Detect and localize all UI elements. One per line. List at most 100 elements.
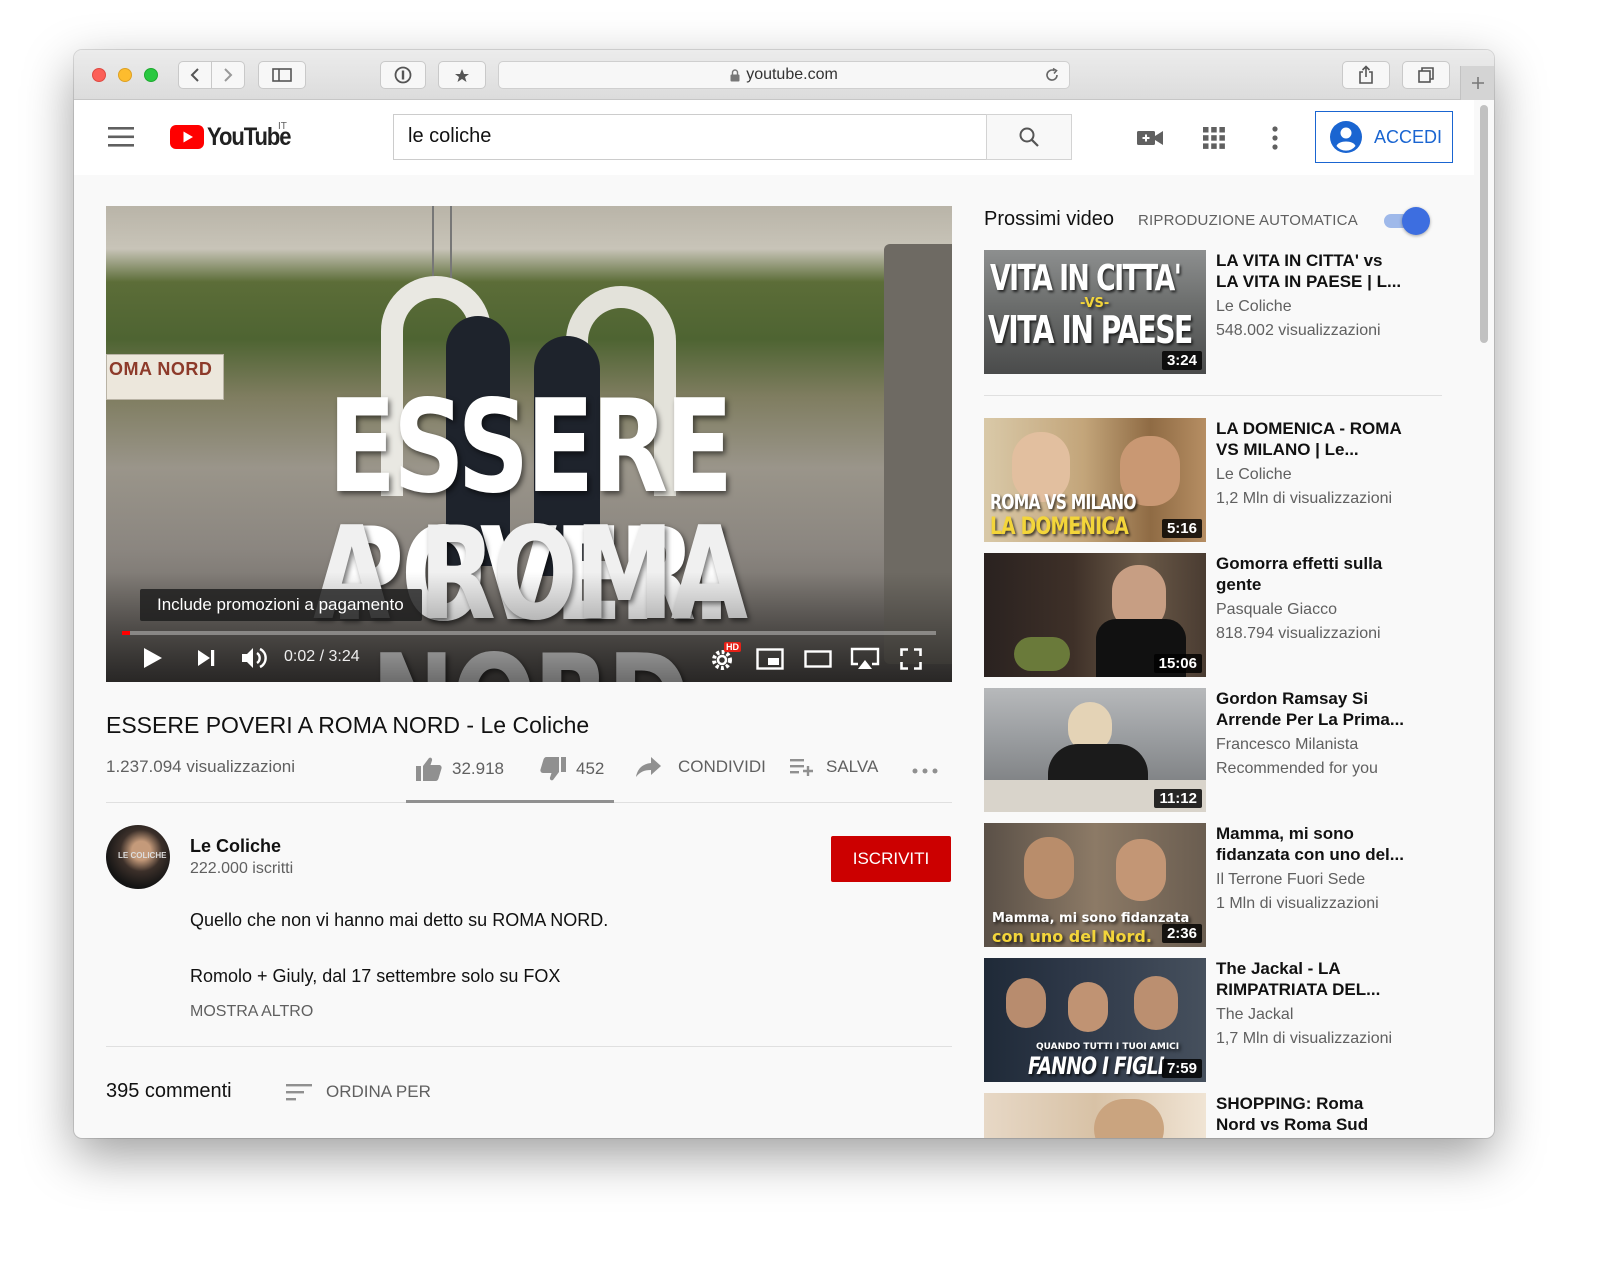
video-title[interactable]: LA DOMENICA - ROMA VS MILANO | Le... <box>1216 418 1436 460</box>
title-line: The Jackal - LA <box>1216 959 1341 978</box>
thumbnail-face <box>1068 982 1108 1032</box>
title-line: SHOPPING: Roma <box>1216 1094 1364 1113</box>
minimize-window-button[interactable] <box>118 68 132 82</box>
recommended-video[interactable]: ROMA VS MILANO LA DOMENICA 5:16 LA DOMEN… <box>984 418 1454 542</box>
channel-name[interactable]: Le Coliche <box>190 836 281 857</box>
title-line: fidanzata con uno del... <box>1216 845 1404 864</box>
video-title[interactable]: Gomorra effetti sulla gente <box>1216 553 1436 595</box>
channel-name: Il Terrone Fuori Sede <box>1216 871 1366 888</box>
thumbnail-face <box>1094 1099 1164 1138</box>
address-url: youtube.com <box>746 66 838 83</box>
progress-bar[interactable] <box>122 631 936 635</box>
airplay-icon[interactable] <box>850 647 880 671</box>
tabs-icon <box>1418 67 1434 83</box>
video-player[interactable]: OMA NORD ESSERE POVERI A ROMA NORD Inclu… <box>106 206 952 682</box>
video-title[interactable]: The Jackal - LA RIMPATRIATA DEL... <box>1216 958 1436 1000</box>
thumb-down-icon <box>540 757 566 781</box>
video-title[interactable]: Mamma, mi sono fidanzata con uno del... <box>1216 823 1436 865</box>
scene-tower <box>432 206 452 286</box>
share-button[interactable] <box>1342 61 1390 89</box>
title-line: Gordon Ramsay Si <box>1216 689 1369 708</box>
share-icon <box>1359 65 1373 84</box>
video-thumbnail[interactable]: 11:12 <box>984 688 1206 812</box>
video-thumbnail[interactable]: ROMA VS MILANO LA DOMENICA 5:16 <box>984 418 1206 542</box>
menu-icon[interactable] <box>108 127 134 147</box>
reload-icon[interactable] <box>1043 66 1061 84</box>
subscribe-button[interactable]: ISCRIVITI <box>831 836 951 882</box>
channel-name: Francesco Milanista <box>1216 736 1359 753</box>
thumbnail-text: VITA IN PAESE <box>988 308 1193 352</box>
address-bar[interactable]: youtube.com <box>498 61 1070 89</box>
share-video-button[interactable]: CONDIVIDI <box>636 757 766 777</box>
volume-icon[interactable] <box>240 645 268 671</box>
recommended-video[interactable]: Mamma, mi sono fidanzata con uno del Nor… <box>984 823 1454 947</box>
forward-icon <box>224 68 233 82</box>
sort-comments-button[interactable]: ORDINA PER <box>286 1082 431 1102</box>
divider <box>984 395 1442 396</box>
recommended-video[interactable]: SHOPPING: Roma Nord vs Roma Sud <box>984 1093 1454 1138</box>
view-count: 1 Mln di visualizzazioni <box>1216 895 1379 912</box>
avatar-text: LE COLICHE <box>118 851 167 860</box>
video-thumbnail[interactable] <box>984 1093 1206 1138</box>
view-count: 1,7 Mln di visualizzazioni <box>1216 1030 1393 1047</box>
fullscreen-icon[interactable] <box>900 648 922 670</box>
more-horiz-icon[interactable] <box>912 768 938 774</box>
like-dislike-ratio-bar <box>406 800 614 803</box>
title-line: VS MILANO | Le... <box>1216 440 1359 459</box>
search-button[interactable] <box>986 114 1072 160</box>
like-ratio-fill <box>406 800 612 803</box>
forward-button[interactable] <box>211 61 245 89</box>
video-thumbnail[interactable]: VITA IN CITTA' -VS- VITA IN PAESE 3:24 <box>984 250 1206 374</box>
description-line: Quello che non vi hanno mai detto su ROM… <box>190 910 609 930</box>
close-window-button[interactable] <box>92 68 106 82</box>
like-count: 32.918 <box>452 759 504 778</box>
duration-badge: 3:24 <box>1161 351 1202 370</box>
bookmark-button[interactable] <box>438 61 486 89</box>
theater-icon[interactable] <box>804 650 832 668</box>
save-button[interactable]: SALVA <box>790 757 878 777</box>
channel-name: The Jackal <box>1216 1006 1294 1023</box>
video-title[interactable]: SHOPPING: Roma Nord vs Roma Sud <box>1216 1093 1436 1135</box>
thumbnail-face <box>1134 976 1178 1030</box>
tabs-overview-button[interactable] <box>1402 61 1450 89</box>
sign-in-button[interactable]: ACCEDI <box>1315 111 1453 163</box>
recommended-video[interactable]: VITA IN CITTA' -VS- VITA IN PAESE 3:24 L… <box>984 250 1454 374</box>
video-thumbnail[interactable]: Mamma, mi sono fidanzata con uno del Nor… <box>984 823 1206 947</box>
up-next-heading: Prossimi video <box>984 208 1115 230</box>
youtube-logo[interactable]: YouTube IT <box>170 121 302 150</box>
recommended-video[interactable]: 15:06 Gomorra effetti sulla gente Pasqual… <box>984 553 1454 677</box>
next-icon[interactable] <box>196 648 216 668</box>
show-more-button[interactable]: MOSTRA ALTRO <box>190 1003 313 1021</box>
channel-avatar[interactable]: LE COLICHE <box>106 825 170 889</box>
new-tab-button[interactable] <box>1460 66 1494 100</box>
time-display: 0:02 / 3:24 <box>284 648 360 665</box>
video-thumbnail[interactable]: QUANDO TUTTI I TUOI AMICI FANNO I FIGLI … <box>984 958 1206 1082</box>
password-button[interactable] <box>380 61 426 89</box>
dislike-button[interactable]: 452 <box>540 757 604 781</box>
search-input[interactable]: le coliche <box>393 114 987 160</box>
thumbnail-text: FANNO I FIGLI <box>1028 1052 1165 1080</box>
more-vert-icon[interactable] <box>1272 126 1278 150</box>
comment-count: 395 commenti <box>106 1080 232 1102</box>
camera-icon[interactable] <box>1137 128 1163 148</box>
play-icon[interactable] <box>142 646 164 670</box>
zoom-window-button[interactable] <box>144 68 158 82</box>
miniplayer-icon[interactable] <box>756 648 784 670</box>
title-line: Mamma, mi sono <box>1216 824 1354 843</box>
share-arrow-icon <box>636 757 661 777</box>
video-title[interactable]: LA VITA IN CITTA' vs LA VITA IN PAESE | L… <box>1216 250 1436 292</box>
back-button[interactable] <box>178 61 212 89</box>
progress-fill <box>122 631 131 635</box>
video-title[interactable]: Gordon Ramsay Si Arrende Per La Prima... <box>1216 688 1436 730</box>
sidebar-toggle-button[interactable] <box>258 61 306 89</box>
video-thumbnail[interactable]: 15:06 <box>984 553 1206 677</box>
duration-badge: 5:16 <box>1161 519 1202 538</box>
recommended-video[interactable]: QUANDO TUTTI I TUOI AMICI FANNO I FIGLI … <box>984 958 1454 1082</box>
autoplay-toggle-knob[interactable] <box>1402 207 1430 235</box>
recommended-video[interactable]: 11:12 Gordon Ramsay Si Arrende Per La Pri… <box>984 688 1454 812</box>
title-line: LA VITA IN PAESE | L... <box>1216 272 1402 291</box>
apps-grid-icon[interactable] <box>1203 127 1225 149</box>
page-scrollbar[interactable] <box>1480 105 1488 343</box>
like-button[interactable]: 32.918 <box>416 757 504 781</box>
settings-button[interactable]: HD <box>710 642 741 672</box>
